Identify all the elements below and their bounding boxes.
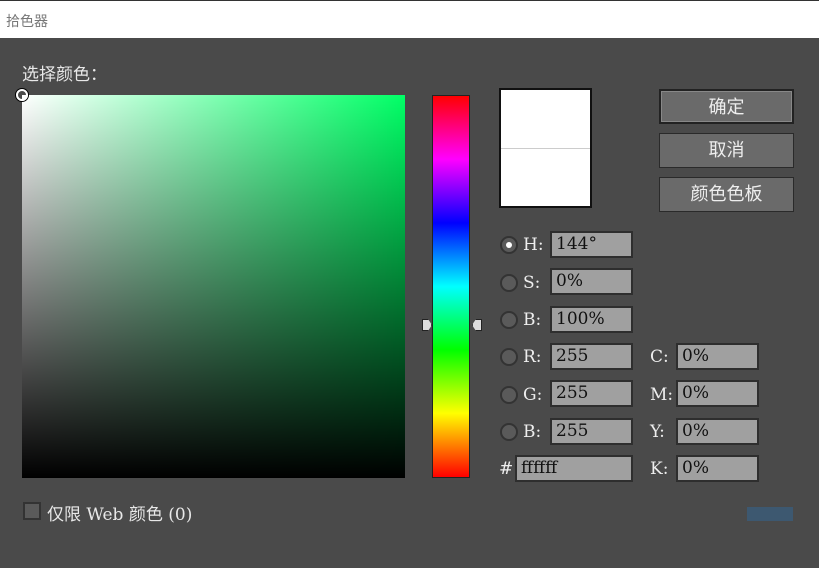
watermark-logo	[747, 507, 793, 533]
k-label: K:	[650, 459, 669, 479]
brightness-input[interactable]: 100%	[550, 306, 633, 333]
select-color-label: 选择颜色：	[22, 65, 107, 85]
y-input[interactable]: 0%	[676, 418, 759, 445]
title-bar: 拾色器	[0, 0, 819, 38]
h-radio[interactable]	[500, 236, 518, 254]
c-label: C:	[650, 347, 669, 367]
brightness-radio[interactable]	[500, 311, 518, 329]
cancel-button[interactable]: 取消	[659, 133, 794, 168]
h-label: H:	[523, 235, 544, 255]
web-only-label: 仅限 Web 颜色 (0)	[47, 505, 193, 525]
blue-label: B:	[523, 422, 542, 442]
preview-divider	[501, 148, 590, 149]
color-preview	[499, 88, 592, 208]
y-label: Y:	[650, 422, 665, 442]
hue-slider-left-handle-icon[interactable]	[422, 319, 432, 331]
blue-radio[interactable]	[500, 423, 518, 441]
ok-button[interactable]: 确定	[659, 89, 794, 124]
r-input[interactable]: 255	[550, 343, 633, 370]
color-field-marker[interactable]	[16, 89, 28, 101]
r-label: R:	[523, 347, 542, 367]
m-label: M:	[650, 385, 674, 405]
g-label: G:	[523, 385, 543, 405]
k-input[interactable]: 0%	[676, 455, 759, 482]
m-input[interactable]: 0%	[676, 380, 759, 407]
color-field[interactable]	[16, 89, 405, 478]
blue-input[interactable]: 255	[550, 418, 633, 445]
g-radio[interactable]	[500, 386, 518, 404]
web-only-checkbox[interactable]	[23, 502, 41, 520]
hex-input[interactable]: ffffff	[515, 455, 633, 482]
h-input[interactable]: 144°	[550, 231, 633, 258]
hue-slider-right-handle-icon[interactable]	[472, 319, 482, 331]
s-radio[interactable]	[500, 274, 518, 292]
hue-slider[interactable]	[432, 95, 470, 478]
color-swatches-button[interactable]: 颜色色板	[659, 177, 794, 212]
s-input[interactable]: 0%	[550, 268, 633, 295]
g-input[interactable]: 255	[550, 380, 633, 407]
r-radio[interactable]	[500, 348, 518, 366]
hex-label: #	[499, 459, 514, 479]
brightness-label: B:	[523, 310, 542, 330]
window-title: 拾色器	[6, 14, 48, 30]
s-label: S:	[523, 273, 541, 293]
c-input[interactable]: 0%	[676, 343, 759, 370]
